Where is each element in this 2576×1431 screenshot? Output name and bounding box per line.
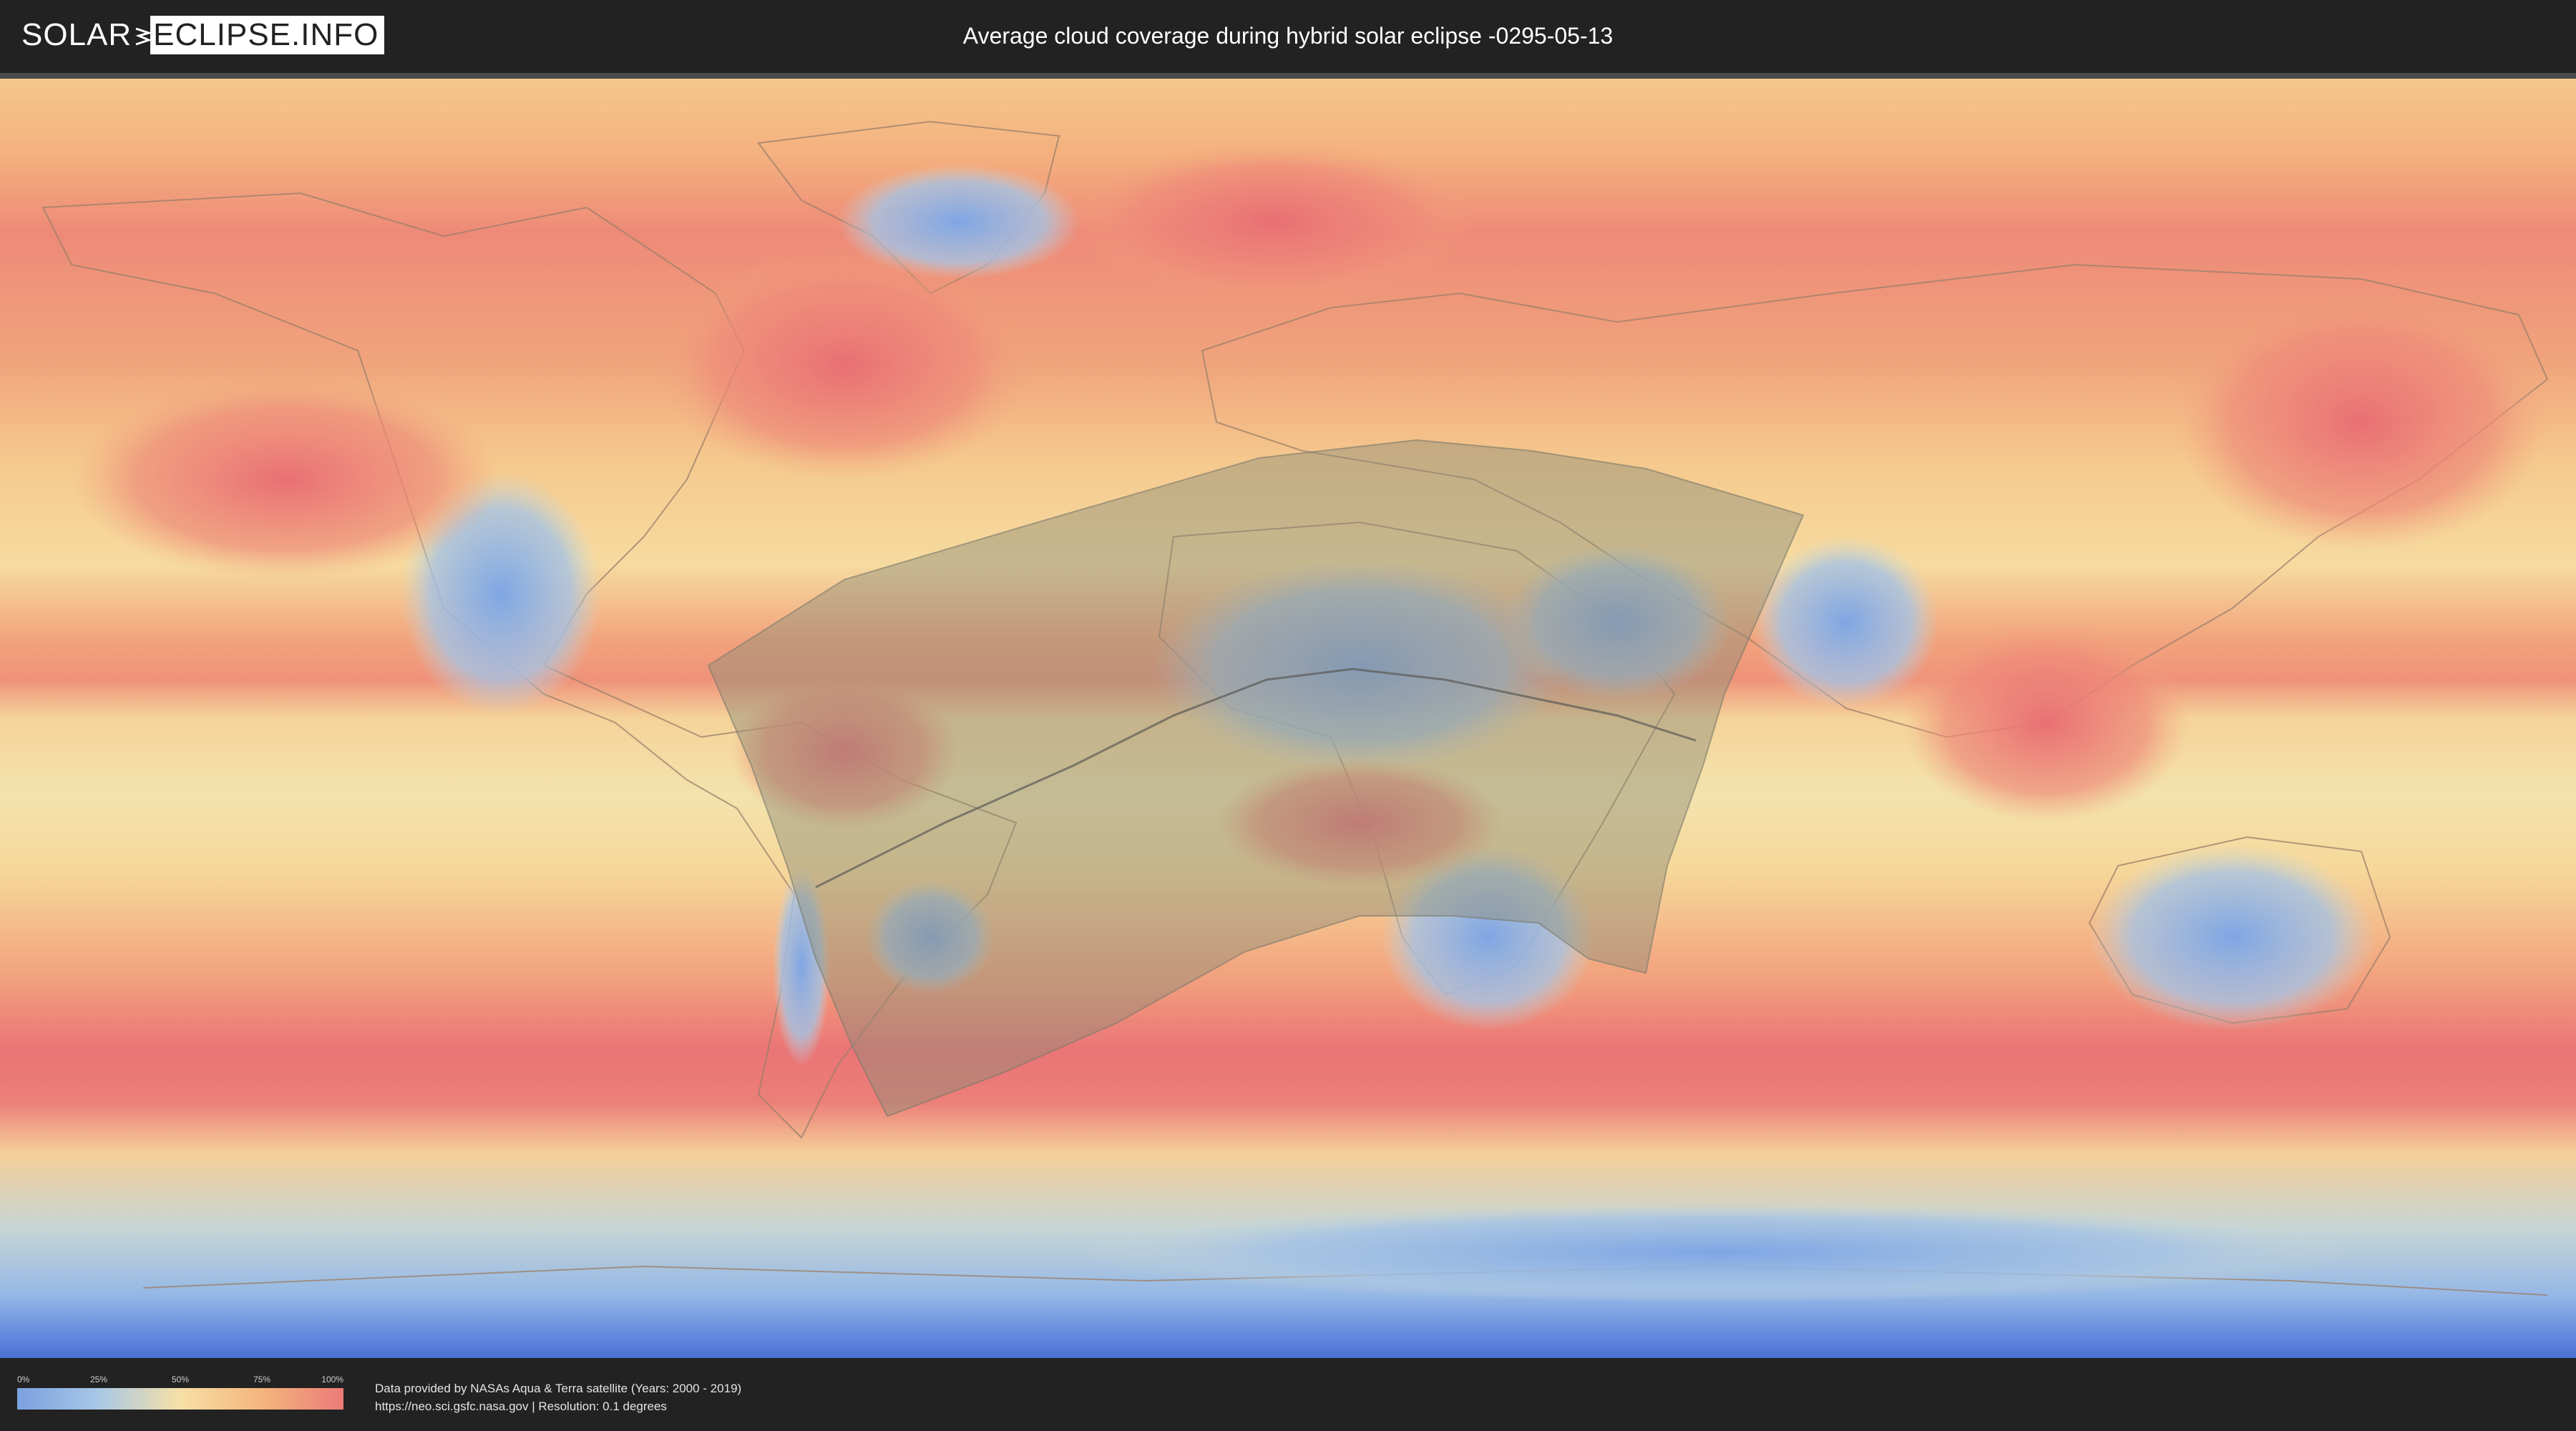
map-frame (0, 73, 2576, 1358)
header: SOLAR ECLIPSE.INFO Average cloud coverag… (0, 0, 2576, 73)
legend-tick-50: 50% (171, 1374, 190, 1384)
footer: 0% 25% 50% 75% 100% Data provided by NAS… (0, 1358, 2576, 1431)
legend-tick-100: 100% (321, 1374, 343, 1384)
credit-line-1: Data provided by NASAs Aqua & Terra sate… (375, 1382, 742, 1395)
legend-tick-25: 25% (89, 1374, 108, 1384)
cloud-coverage-map[interactable] (0, 79, 2576, 1358)
credit-line-2[interactable]: https://neo.sci.gsfc.nasa.gov | Resoluti… (375, 1397, 741, 1415)
cloud-coverage-legend: 0% 25% 50% 75% 100% (17, 1374, 343, 1410)
legend-color-bar (17, 1388, 343, 1410)
legend-tick-0: 0% (17, 1374, 30, 1384)
page-title: Average cloud coverage during hybrid sol… (962, 23, 1614, 49)
legend-ticks: 0% 25% 50% 75% 100% (17, 1374, 343, 1388)
page: SOLAR ECLIPSE.INFO Average cloud coverag… (0, 0, 2576, 1431)
legend-tick-75: 75% (253, 1374, 271, 1384)
data-credits: Data provided by NASAs Aqua & Terra sate… (375, 1379, 741, 1415)
